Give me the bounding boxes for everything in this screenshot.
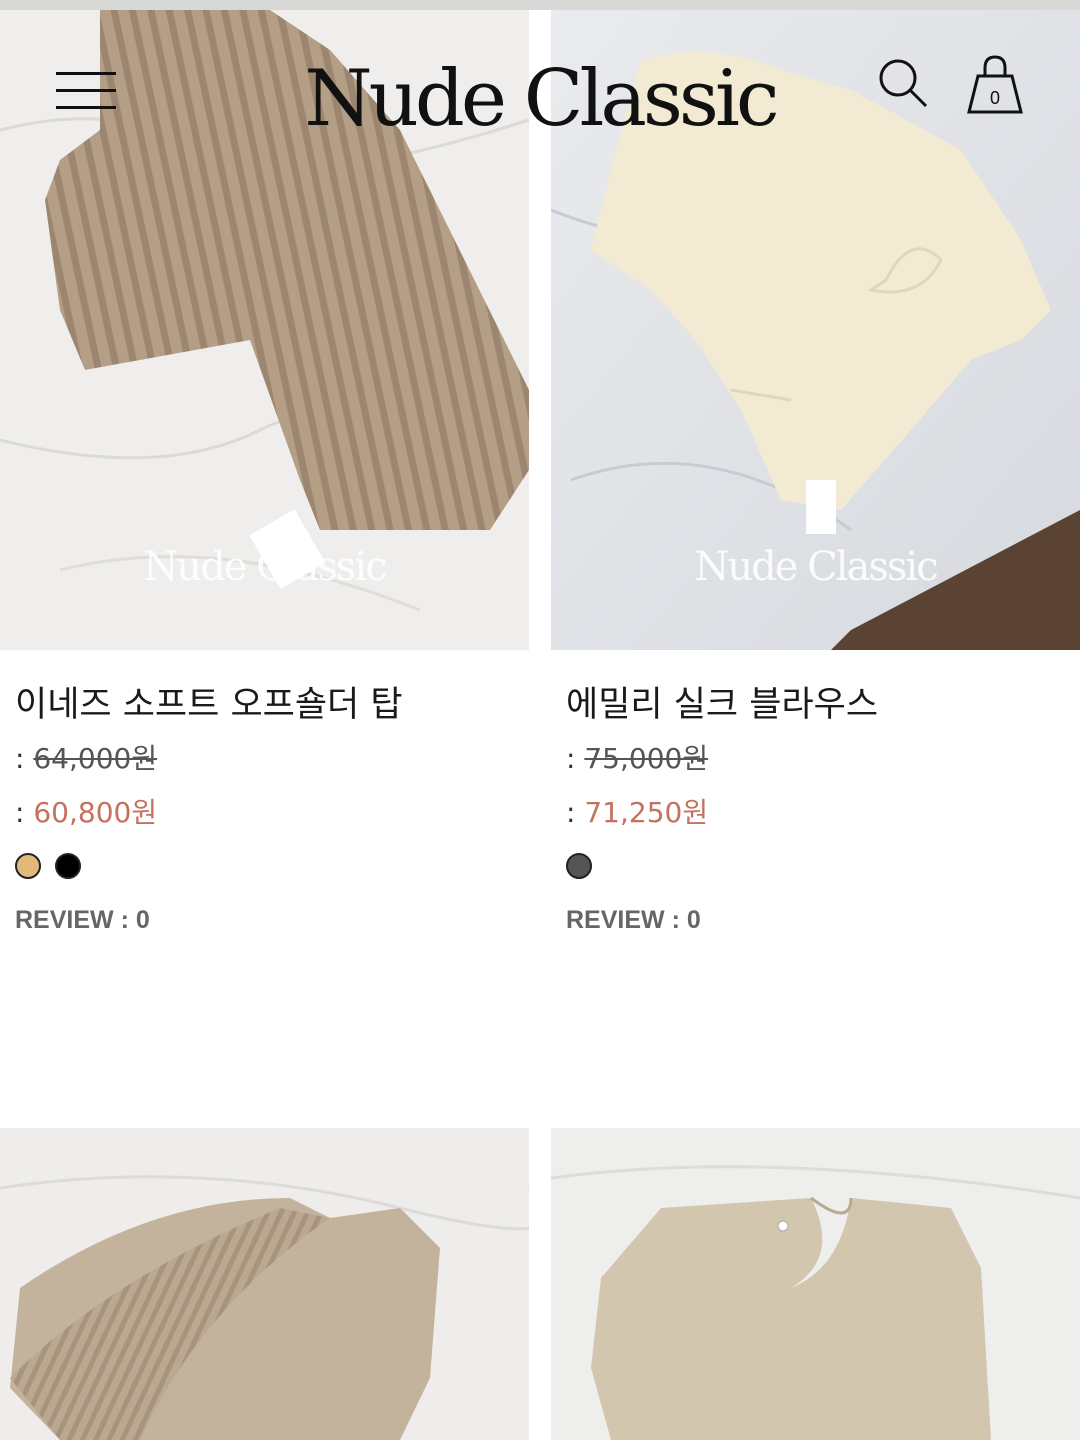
color-swatch-black[interactable] bbox=[55, 853, 81, 879]
site-header: Nude Classic 0 bbox=[0, 10, 1080, 160]
product-image-3[interactable] bbox=[0, 1128, 529, 1440]
product-card-3[interactable] bbox=[0, 1128, 529, 1440]
price-colon: : bbox=[566, 742, 576, 775]
product-info-1: 이네즈 소프트 오프숄더 탑 : 64,000원 : 60,800원 REVIE… bbox=[15, 678, 515, 940]
color-swatches bbox=[15, 840, 515, 892]
hamburger-menu-icon[interactable] bbox=[56, 70, 116, 112]
price-colon: : bbox=[566, 796, 576, 829]
review-count: REVIEW : 0 bbox=[15, 906, 150, 934]
sale-price-row: : 60,800원 bbox=[15, 786, 515, 840]
cart-count: 0 bbox=[989, 88, 1000, 108]
original-price: 64,000원 bbox=[33, 742, 158, 775]
product-image-watermark: Nude Classic bbox=[143, 544, 387, 590]
original-price-row: : 75,000원 bbox=[566, 732, 1066, 786]
product-info-2: 에밀리 실크 블라우스 : 75,000원 : 71,250원 REVIEW :… bbox=[566, 678, 1066, 940]
search-icon[interactable] bbox=[876, 56, 930, 110]
color-swatch-beige[interactable] bbox=[15, 853, 41, 879]
color-swatches bbox=[566, 840, 1066, 892]
color-swatch-gray[interactable] bbox=[566, 853, 592, 879]
sale-price: 71,250원 bbox=[584, 796, 709, 829]
review-count: REVIEW : 0 bbox=[566, 906, 701, 934]
price-colon: : bbox=[15, 742, 25, 775]
original-price: 75,000원 bbox=[584, 742, 709, 775]
sale-price-row: : 71,250원 bbox=[566, 786, 1066, 840]
top-strip bbox=[0, 0, 1080, 10]
sale-price: 60,800원 bbox=[33, 796, 158, 829]
product-name[interactable]: 이네즈 소프트 오프숄더 탑 bbox=[15, 678, 515, 732]
original-price-row: : 64,000원 bbox=[15, 732, 515, 786]
product-image-watermark: Nude Classic bbox=[694, 544, 938, 590]
product-card-4[interactable] bbox=[551, 1128, 1080, 1440]
price-colon: : bbox=[15, 796, 25, 829]
product-image-4[interactable] bbox=[551, 1128, 1080, 1440]
site-logo[interactable]: Nude Classic bbox=[300, 60, 780, 138]
shopping-bag-icon[interactable]: 0 bbox=[966, 54, 1024, 114]
product-name[interactable]: 에밀리 실크 블라우스 bbox=[566, 678, 1066, 732]
